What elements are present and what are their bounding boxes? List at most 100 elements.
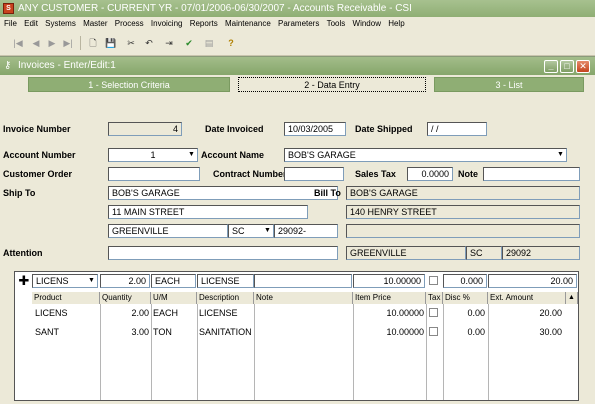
menu-help[interactable]: Help <box>388 17 404 31</box>
prev-record-icon[interactable]: ◀ <box>28 35 44 51</box>
entry-item-price-field[interactable]: 10.00000 <box>353 274 425 288</box>
column-header-ext-amount[interactable]: Ext. Amount <box>488 292 566 304</box>
first-record-icon[interactable]: |◀ <box>10 35 26 51</box>
column-header-um[interactable]: U/M <box>151 292 197 304</box>
note-label: Note <box>458 169 478 179</box>
cell-quantity: 3.00 <box>131 327 149 337</box>
cell-item-price: 10.00000 <box>386 308 424 318</box>
attention-label: Attention <box>3 248 43 258</box>
menu-systems[interactable]: Systems <box>45 17 76 31</box>
key-icon: ⚷ <box>4 60 12 71</box>
date-shipped-label: Date Shipped <box>355 124 413 134</box>
chevron-down-icon[interactable]: ▼ <box>262 225 273 237</box>
ship-to-zip-field[interactable]: 29092- <box>274 224 338 238</box>
column-header-description[interactable]: Description <box>197 292 254 304</box>
entry-ext-amount-field: 20.00 <box>488 274 577 288</box>
account-name-field[interactable]: BOB'S GARAGE <box>284 148 567 162</box>
bill-to-street-field: 140 HENRY STREET <box>346 205 580 219</box>
tab-data-entry[interactable]: 2 - Data Entry <box>238 77 426 92</box>
entry-tax-checkbox[interactable] <box>429 276 438 285</box>
minimize-button[interactable]: _ <box>544 60 558 73</box>
account-number-field[interactable]: 1 <box>108 148 198 162</box>
cell-um: EACH <box>153 308 179 318</box>
import-icon[interactable]: ⇥ <box>161 35 177 51</box>
column-header-quantity[interactable]: Quantity <box>100 292 151 304</box>
grid-divider <box>151 304 152 400</box>
entry-quantity-field[interactable]: 2.00 <box>100 274 150 288</box>
menu-master[interactable]: Master <box>83 17 107 31</box>
entry-description-field[interactable]: LICENSE <box>197 274 254 288</box>
cell-tax-checkbox[interactable] <box>429 308 438 317</box>
tab-list[interactable]: 3 - List <box>434 77 584 92</box>
entry-um-field[interactable]: EACH <box>151 274 196 288</box>
ship-to-name-field[interactable]: BOB'S GARAGE <box>108 186 338 200</box>
cell-tax-checkbox[interactable] <box>429 327 438 336</box>
account-name-label: Account Name <box>201 150 265 160</box>
menu-tools[interactable]: Tools <box>327 17 346 31</box>
next-record-icon[interactable]: ▶ <box>44 35 60 51</box>
cell-quantity: 2.00 <box>131 308 149 318</box>
menu-parameters[interactable]: Parameters <box>278 17 319 31</box>
menu-process[interactable]: Process <box>115 17 144 31</box>
cell-product: SANT <box>35 327 60 337</box>
customer-order-field[interactable] <box>108 167 200 181</box>
help-icon[interactable]: ? <box>223 35 239 51</box>
entry-note-field[interactable] <box>254 274 352 288</box>
grid-divider <box>254 304 255 400</box>
delete-icon[interactable]: ✂ <box>123 35 139 51</box>
bill-to-zip-field: 29092 <box>502 246 580 260</box>
close-button[interactable]: ✕ <box>576 60 590 73</box>
invoice-number-label: Invoice Number <box>3 124 71 134</box>
cell-disc: 0.00 <box>467 327 485 337</box>
sales-tax-field[interactable]: 0.0000 <box>407 167 453 181</box>
contract-number-field[interactable] <box>284 167 344 181</box>
toolbar: |◀ ◀ ▶ ▶| 🗋 💾 ✂ ↶ ⇥ ✔ ▤ ? <box>0 31 595 56</box>
date-shipped-field[interactable]: / / <box>427 122 487 136</box>
last-record-icon[interactable]: ▶| <box>60 35 76 51</box>
new-document-icon[interactable]: 🗋 <box>85 35 101 51</box>
grid-divider <box>426 304 427 400</box>
menu-invoicing[interactable]: Invoicing <box>151 17 183 31</box>
scroll-up-icon[interactable]: ▲ <box>566 292 578 304</box>
app-logo-icon: S <box>3 3 14 14</box>
cell-item-price: 10.00000 <box>386 327 424 337</box>
grid-divider <box>443 304 444 400</box>
window-title-bar: Invoices - Enter/Edit:1 <box>0 57 595 75</box>
chevron-down-icon[interactable]: ▼ <box>86 275 97 287</box>
column-header-note[interactable]: Note <box>254 292 353 304</box>
menu-window[interactable]: Window <box>353 17 381 31</box>
chevron-down-icon[interactable]: ▼ <box>555 149 566 161</box>
column-header-tax[interactable]: Tax <box>426 292 443 304</box>
date-invoiced-label: Date Invoiced <box>205 124 264 134</box>
column-header-disc[interactable]: Disc % <box>443 292 488 304</box>
date-invoiced-field[interactable]: 10/03/2005 <box>284 122 346 136</box>
chevron-down-icon[interactable]: ▼ <box>186 149 197 161</box>
cell-um: TON <box>153 327 172 337</box>
note-field[interactable] <box>483 167 580 181</box>
app-title: ANY CUSTOMER - CURRENT YR - 07/01/2006-0… <box>18 3 412 14</box>
ship-to-city-field[interactable]: GREENVILLE <box>108 224 228 238</box>
menu-maintenance[interactable]: Maintenance <box>225 17 271 31</box>
undo-icon[interactable]: ↶ <box>141 35 157 51</box>
cell-disc: 0.00 <box>467 308 485 318</box>
approve-icon[interactable]: ✔ <box>181 35 197 51</box>
add-row-icon[interactable]: ✚ <box>17 274 31 288</box>
ship-to-street-field[interactable]: 11 MAIN STREET <box>108 205 308 219</box>
attention-field[interactable] <box>108 246 338 260</box>
tab-selection-criteria[interactable]: 1 - Selection Criteria <box>28 77 230 92</box>
bill-to-name-field: BOB'S GARAGE <box>346 186 580 200</box>
cell-ext-amount: 30.00 <box>539 327 562 337</box>
menu-edit[interactable]: Edit <box>24 17 38 31</box>
menu-reports[interactable]: Reports <box>190 17 218 31</box>
entry-disc-field[interactable]: 0.000 <box>443 274 487 288</box>
invoice-number-field[interactable]: 4 <box>108 122 182 136</box>
save-icon[interactable]: 💾 <box>103 35 119 51</box>
menu-file[interactable]: File <box>4 17 17 31</box>
menu-bar: File Edit Systems Master Process Invoici… <box>0 17 595 31</box>
maximize-button[interactable]: □ <box>560 60 574 73</box>
print-icon[interactable]: ▤ <box>201 35 217 51</box>
column-header-product[interactable]: Product <box>32 292 100 304</box>
cell-description: SANITATION <box>199 327 252 337</box>
bill-to-state-field: SC <box>466 246 502 260</box>
column-header-item-price[interactable]: Item Price <box>353 292 426 304</box>
